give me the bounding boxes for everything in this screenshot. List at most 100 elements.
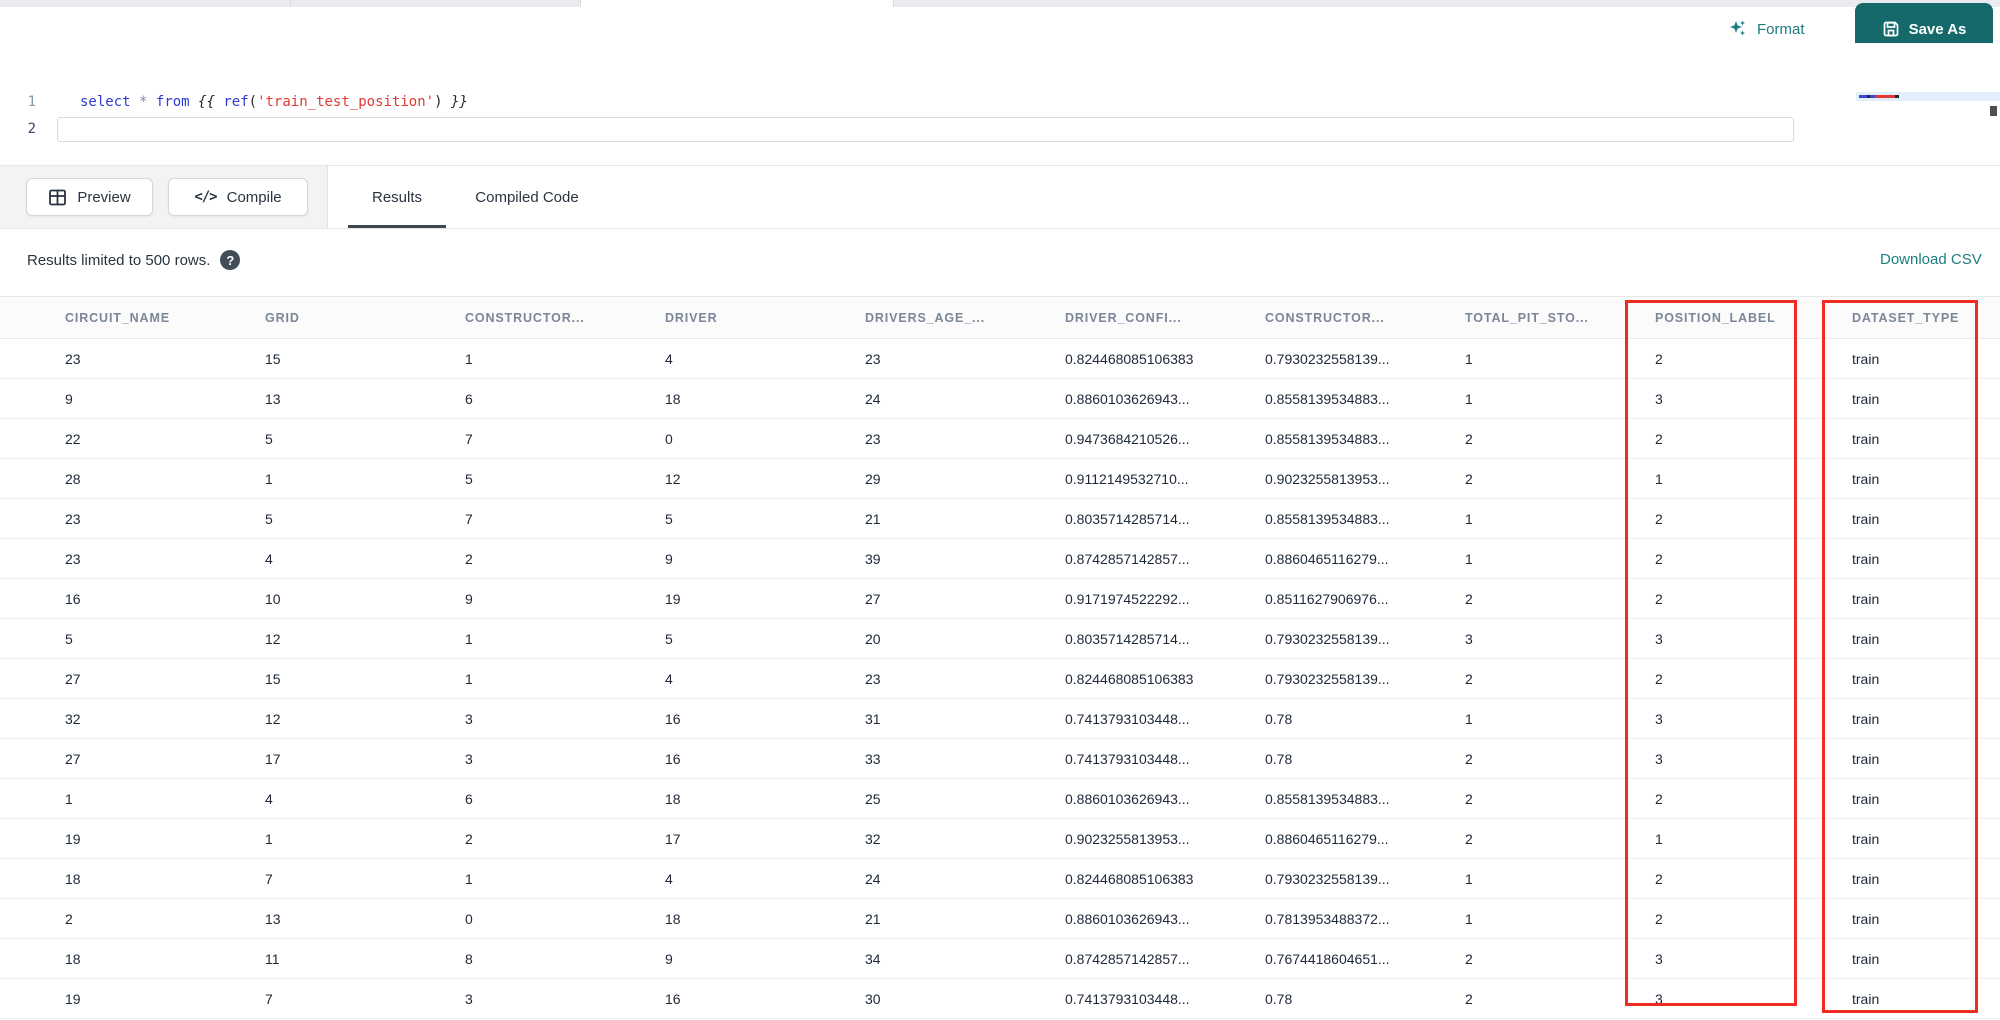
active-line-highlight[interactable] [57, 117, 1794, 142]
table-cell: 0 [650, 418, 850, 459]
table-row: 23 15 1 4 23 0.824468085106383 0.7930232558139… [0, 338, 2000, 379]
table-cell: 23 [0, 498, 250, 539]
table-cell: 12 [650, 458, 850, 499]
table-row: 23 4 2 9 39 0.8742857142857... 0.8860465116279… [0, 538, 2000, 579]
table-row: 32 12 3 16 31 0.7413793103448... 0.78 1 3 train [0, 698, 2000, 739]
compile-button[interactable]: </> Compile [168, 178, 308, 216]
table-cell: 0.78 [1250, 978, 1450, 1019]
column-header[interactable]: DRIVER_CONFI... [1050, 296, 1250, 339]
table-cell: 23 [0, 338, 250, 379]
table-cell: 3 [1640, 378, 1837, 419]
table-cell: train [1837, 698, 2000, 739]
table-cell: 32 [0, 698, 250, 739]
table-cell: 23 [850, 658, 1050, 699]
table-cell: 18 [650, 898, 850, 939]
column-header[interactable]: TOTAL_PIT_STO... [1450, 296, 1640, 339]
table-cell: 24 [850, 858, 1050, 899]
table-cell: 9 [650, 538, 850, 579]
table-cell: 5 [250, 418, 450, 459]
table-cell: 9 [450, 578, 650, 619]
table-cell: 18 [0, 858, 250, 899]
table-cell: 23 [850, 418, 1050, 459]
table-cell: 1 [1450, 338, 1640, 379]
table-cell: train [1837, 498, 2000, 539]
table-cell: 2 [1640, 658, 1837, 699]
column-header[interactable]: CONSTRUCTOR... [450, 296, 650, 339]
preview-label: Preview [77, 188, 131, 206]
table-cell: 30 [850, 978, 1050, 1019]
table-cell: 0.7413793103448... [1050, 978, 1250, 1019]
column-header[interactable]: DRIVERS_AGE_... [850, 296, 1050, 339]
table-cell: 0.8035714285714... [1050, 618, 1250, 659]
results-table-container: CIRCUIT_NAME GRID CONSTRUCTOR... DRIVER DRIV… [0, 296, 2000, 1020]
column-header[interactable]: CONSTRUCTOR... [1250, 296, 1450, 339]
download-csv-link[interactable]: Download CSV [1880, 251, 1982, 268]
table-cell: 3 [450, 978, 650, 1019]
table-row: 9 13 6 18 24 0.8860103626943... 0.855813953488… [0, 378, 2000, 419]
table-cell: 5 [250, 498, 450, 539]
results-limit-text: Results limited to 500 rows. [27, 251, 211, 269]
active-file-tab[interactable] [580, 0, 893, 7]
table-cell: 17 [250, 738, 450, 779]
table-row: 16 10 9 19 27 0.9171974522292... 0.85116279069… [0, 578, 2000, 619]
table-cell: 22 [0, 418, 250, 459]
line-number-2: 2 [27, 121, 36, 137]
table-cell: 0.8511627906976... [1250, 578, 1450, 619]
tab-results[interactable]: Results [348, 166, 446, 228]
table-cell: 16 [0, 578, 250, 619]
table-cell: 0.8742857142857... [1050, 938, 1250, 979]
table-cell: 2 [1640, 778, 1837, 819]
table-cell: 0.8860465116279... [1250, 538, 1450, 579]
compile-label: Compile [226, 188, 282, 206]
table-cell: 3 [1450, 618, 1640, 659]
table-cell: 5 [0, 618, 250, 659]
column-header[interactable]: DRIVER [650, 296, 850, 339]
column-header[interactable]: GRID [250, 296, 450, 339]
code-token: }} [442, 94, 468, 110]
table-cell: train [1837, 538, 2000, 579]
table-cell: train [1837, 458, 2000, 499]
table-cell: 3 [450, 698, 650, 739]
table-cell: 1 [1450, 498, 1640, 539]
table-cell: 1 [450, 618, 650, 659]
table-cell: 0.8558139534883... [1250, 418, 1450, 459]
table-header-row: CIRCUIT_NAME GRID CONSTRUCTOR... DRIVER DRIV… [0, 296, 2000, 339]
code-line-1[interactable]: select * from {{ ref('train_test_positio… [80, 91, 468, 113]
table-cell: 2 [0, 898, 250, 939]
tab-compiled-code[interactable]: Compiled Code [462, 166, 592, 228]
sql-code-editor[interactable]: 1 2 select * from {{ ref('train_test_pos… [0, 43, 2000, 165]
table-cell: 0.8860103626943... [1050, 898, 1250, 939]
preview-button[interactable]: Preview [26, 178, 153, 216]
table-cell: 2 [1450, 738, 1640, 779]
help-icon[interactable]: ? [220, 250, 241, 270]
format-button[interactable]: Format [1728, 15, 1805, 43]
column-header[interactable]: DATASET_TYPE [1837, 296, 2000, 339]
editor-minimap[interactable] [1856, 92, 2000, 101]
minimap-scroll-handle[interactable] [1990, 106, 1997, 116]
code-token: from [155, 94, 190, 110]
table-cell: 2 [450, 818, 650, 859]
table-cell: 0.7674418604651... [1250, 938, 1450, 979]
column-header[interactable]: POSITION_LABEL [1640, 296, 1837, 339]
table-cell: 19 [0, 818, 250, 859]
table-cell: 0.78 [1250, 698, 1450, 739]
table-cell: 0.7413793103448... [1050, 698, 1250, 739]
table-cell: 16 [650, 978, 850, 1019]
table-cell: 3 [1640, 698, 1837, 739]
table-cell: 3 [1640, 938, 1837, 979]
column-header[interactable]: CIRCUIT_NAME [0, 296, 250, 339]
table-cell: 13 [250, 378, 450, 419]
table-cell: 2 [1450, 818, 1640, 859]
table-cell: 15 [250, 658, 450, 699]
table-cell: 4 [250, 538, 450, 579]
table-cell: 7 [450, 418, 650, 459]
table-cell: 4 [650, 338, 850, 379]
sparkles-icon [1728, 19, 1748, 39]
table-cell: 0.824468085106383 [1050, 658, 1250, 699]
table-cell: train [1837, 338, 2000, 379]
table-cell: 0.7930232558139... [1250, 618, 1450, 659]
table-cell: 0.9171974522292... [1050, 578, 1250, 619]
table-cell: 28 [0, 458, 250, 499]
table-cell: 2 [1640, 498, 1837, 539]
save-as-label: Save As [1908, 21, 1967, 38]
